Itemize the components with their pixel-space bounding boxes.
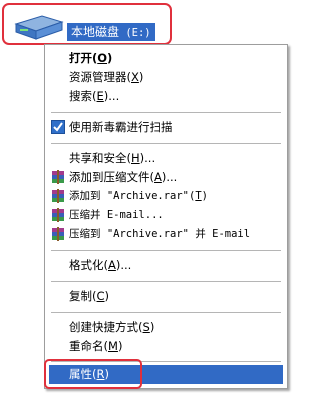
menu-item-search[interactable]: 搜索(E)... bbox=[49, 87, 283, 106]
menu-item-add-archive-key: A bbox=[154, 170, 162, 184]
menu-item-compress-email-label: 压缩并 E-mail... bbox=[69, 209, 164, 221]
menu-item-format-suffix: ... bbox=[120, 258, 132, 272]
menu-item-share-suffix: ... bbox=[144, 151, 156, 165]
menu-item-search-key: E bbox=[96, 89, 104, 103]
drive-name-label[interactable]: 本地磁盘 (E:) bbox=[67, 23, 155, 41]
menu-item-copy[interactable]: 复制(C) bbox=[49, 287, 283, 306]
shield-check-icon bbox=[51, 120, 65, 134]
menu-item-format[interactable]: 格式化(A)... bbox=[49, 256, 283, 275]
menu-item-explorer-label: 资源管理器 bbox=[69, 70, 127, 84]
winrar-icon bbox=[52, 189, 64, 203]
menu-item-scan-label: 使用新毒霸进行扫描 bbox=[69, 120, 173, 134]
properties-highlight-box bbox=[44, 359, 142, 389]
menu-item-format-label: 格式化 bbox=[69, 258, 104, 272]
menu-item-create-shortcut-label: 创建快捷方式 bbox=[69, 320, 138, 334]
menu-item-add-to-rar-label: 添加到 "Archive.rar" bbox=[69, 190, 190, 202]
drive-name-text: 本地磁盘 bbox=[71, 25, 120, 39]
menu-item-add-archive-label: 添加到压缩文件 bbox=[69, 170, 150, 184]
menu-item-open-key: O bbox=[97, 51, 108, 65]
menu-item-add-archive[interactable]: 添加到压缩文件(A)... bbox=[49, 168, 283, 187]
menu-item-open-paren-close: ) bbox=[107, 51, 113, 65]
menu-item-compress-rar-email-label: 压缩到 "Archive.rar" 并 E-mail bbox=[69, 228, 251, 240]
menu-item-open[interactable]: 打开(O) bbox=[49, 49, 283, 68]
menu-item-copy-label: 复制 bbox=[69, 289, 92, 303]
menu-item-search-suffix: ... bbox=[108, 89, 120, 103]
context-menu: 打开(O) 资源管理器(X) 搜索(E)... 使用新毒霸进行扫描 共享和安全(… bbox=[44, 44, 288, 389]
menu-item-search-label: 搜索 bbox=[69, 89, 92, 103]
hard-drive-icon bbox=[14, 15, 64, 40]
menu-item-add-to-rar[interactable]: 添加到 "Archive.rar"(T) bbox=[49, 187, 283, 206]
menu-item-explorer[interactable]: 资源管理器(X) bbox=[49, 68, 283, 87]
drive-letter-text: (E:) bbox=[119, 27, 151, 39]
menu-item-add-to-rar-key: T bbox=[195, 190, 202, 202]
menu-item-create-shortcut-key: S bbox=[142, 320, 150, 334]
menu-item-compress-email[interactable]: 压缩并 E-mail... bbox=[49, 206, 283, 225]
menu-separator bbox=[51, 112, 281, 113]
menu-item-open-label: 打开 bbox=[69, 51, 92, 65]
winrar-icon bbox=[52, 170, 64, 184]
drive-e[interactable]: 本地磁盘 (E:) bbox=[2, 3, 174, 47]
menu-separator bbox=[51, 250, 281, 251]
menu-separator bbox=[51, 281, 281, 282]
menu-item-rename[interactable]: 重命名(M) bbox=[49, 337, 283, 356]
menu-item-share-label: 共享和安全 bbox=[69, 151, 127, 165]
menu-item-add-archive-suffix: ... bbox=[166, 170, 178, 184]
menu-separator bbox=[51, 312, 281, 313]
menu-item-compress-rar-email[interactable]: 压缩到 "Archive.rar" 并 E-mail bbox=[49, 225, 283, 244]
menu-item-share[interactable]: 共享和安全(H)... bbox=[49, 149, 283, 168]
menu-item-share-key: H bbox=[131, 151, 140, 165]
winrar-icon bbox=[52, 227, 64, 241]
menu-item-explorer-key: X bbox=[131, 70, 139, 84]
winrar-icon bbox=[52, 208, 64, 222]
menu-item-rename-key: M bbox=[108, 339, 118, 353]
menu-separator bbox=[51, 143, 281, 144]
menu-item-create-shortcut[interactable]: 创建快捷方式(S) bbox=[49, 318, 283, 337]
menu-item-format-key: A bbox=[108, 258, 116, 272]
menu-item-scan[interactable]: 使用新毒霸进行扫描 bbox=[49, 118, 283, 137]
menu-item-copy-key: C bbox=[96, 289, 105, 303]
menu-item-rename-label: 重命名 bbox=[69, 339, 104, 353]
